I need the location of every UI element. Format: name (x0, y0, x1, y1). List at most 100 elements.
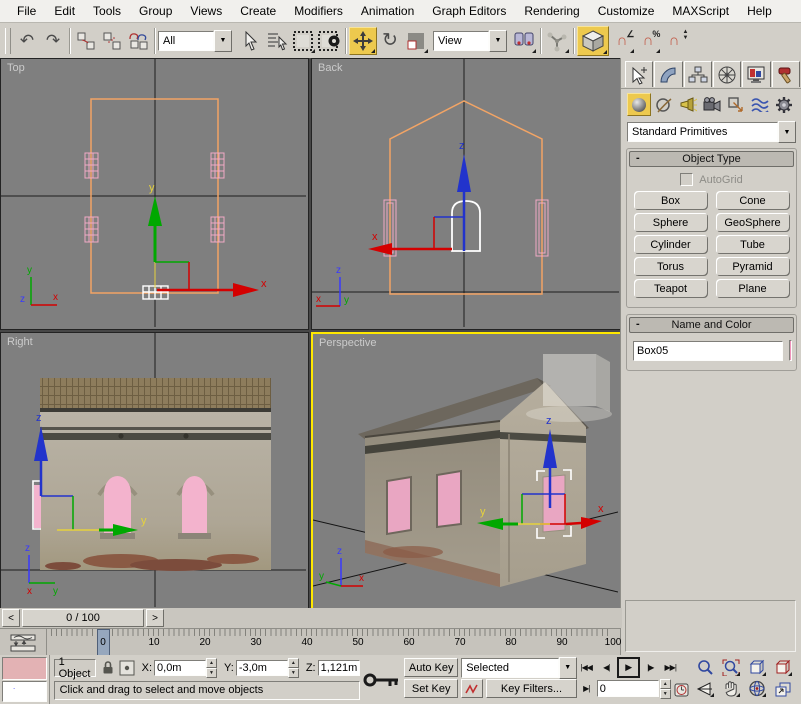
pink-window[interactable] (386, 475, 412, 536)
min-max-toggle-icon[interactable] (773, 680, 793, 698)
display-tab[interactable] (742, 61, 771, 87)
pan-hand-icon[interactable] (721, 680, 741, 698)
viewport-back[interactable]: Back z x z x y (311, 58, 622, 330)
move-gizmo[interactable]: y x (148, 182, 267, 297)
select-and-manipulate-icon[interactable] (544, 28, 570, 54)
sphere-button[interactable]: Sphere (633, 213, 708, 232)
rectangular-selection-region-icon[interactable] (290, 28, 316, 54)
viewport-right[interactable]: Right z y z x y (0, 332, 309, 610)
geosphere-button[interactable]: GeoSphere (715, 213, 790, 232)
frame-spinner[interactable]: ▲ ▼ (659, 678, 671, 699)
house-wireframe[interactable] (389, 100, 543, 295)
zoom-icon[interactable] (695, 659, 715, 677)
snap-toggle-icon[interactable] (577, 25, 609, 56)
field-of-view-icon[interactable] (695, 680, 715, 698)
y-value-input[interactable] (235, 659, 288, 676)
reference-coordinate-system-dropdown[interactable]: View ▼ (433, 29, 507, 52)
viewport-back-label[interactable]: Back (318, 62, 342, 74)
time-configuration-icon[interactable] (672, 680, 692, 698)
angle-snap-icon[interactable]: ∩ ∠ (609, 28, 635, 54)
x-value-input[interactable] (154, 659, 207, 676)
tube-button[interactable]: Tube (715, 235, 790, 254)
viewport-perspective[interactable]: Perspective z x y z x y (311, 332, 624, 612)
selection-lock-icon[interactable] (99, 659, 115, 677)
viewport-top-label[interactable]: Top (7, 62, 25, 74)
hierarchy-tab[interactable] (683, 61, 712, 87)
undo-icon[interactable]: ↶ (14, 28, 40, 54)
object-type-rollout-header[interactable]: - Object Type (629, 151, 794, 167)
arc-rotate-icon[interactable] (747, 680, 767, 698)
use-pivot-point-center-icon[interactable] (511, 28, 537, 54)
current-frame-input[interactable] (596, 680, 659, 697)
select-and-scale-icon[interactable] (403, 28, 429, 54)
window-boxes-wireframe[interactable] (383, 199, 549, 257)
y-spinner[interactable]: ▲ ▼ (287, 657, 299, 678)
name-and-color-rollout-header[interactable]: - Name and Color (629, 317, 794, 333)
key-filters-button[interactable]: Key Filters... (486, 679, 577, 698)
chevron-down-icon[interactable]: ▼ (489, 29, 507, 52)
zoom-extents-icon[interactable] (747, 659, 767, 677)
select-object-icon[interactable] (238, 28, 264, 54)
key-icon[interactable] (363, 669, 401, 691)
geometry-category[interactable] (627, 93, 651, 116)
selected-box-wireframe[interactable] (451, 200, 481, 252)
unlink-selection-icon[interactable] (99, 28, 125, 54)
chevron-down-icon[interactable]: ▼ (778, 121, 796, 143)
bind-to-space-warp-icon[interactable] (125, 28, 151, 54)
select-and-move-icon[interactable] (349, 26, 377, 55)
menu-rendering[interactable]: Rendering (515, 1, 588, 21)
menu-animation[interactable]: Animation (352, 1, 423, 21)
box-button[interactable]: Box (633, 191, 708, 210)
set-keys-curve-icon[interactable] (461, 679, 484, 698)
viewport-back-canvas[interactable]: z x z x y (312, 59, 619, 327)
menu-file[interactable]: File (8, 1, 45, 21)
motion-tab[interactable] (712, 61, 742, 87)
viewport-perspective-label[interactable]: Perspective (319, 337, 376, 349)
track-bar-ruler[interactable]: 0 10 20 30 40 50 60 70 80 90 100 (46, 629, 621, 656)
menu-customize[interactable]: Customize (589, 1, 664, 21)
viewport-top-canvas[interactable]: y x y x z (1, 59, 306, 327)
torus-button[interactable]: Torus (633, 257, 708, 276)
move-gizmo[interactable]: z x (368, 140, 471, 255)
x-spinner[interactable]: ▲ ▼ (206, 657, 218, 678)
selection-filter-dropdown[interactable]: All ▼ (158, 29, 232, 52)
next-frame-button[interactable]: |▶ (641, 659, 660, 676)
menu-create[interactable]: Create (231, 1, 285, 21)
viewport-right-label[interactable]: Right (7, 336, 33, 348)
viewport-top[interactable]: Top y x y x z (0, 58, 309, 330)
go-to-end-button[interactable]: ▶▶| (661, 659, 680, 676)
autogrid-checkbox[interactable] (680, 173, 694, 186)
lights-category[interactable] (677, 94, 699, 115)
pink-window[interactable] (436, 469, 462, 529)
menu-edit[interactable]: Edit (45, 1, 84, 21)
viewport-perspective-canvas[interactable]: z x y z x y (313, 334, 619, 606)
key-mode-dropdown[interactable]: Selected ▼ (461, 656, 577, 679)
create-tab[interactable] (625, 61, 654, 87)
go-to-start-button[interactable]: |◀◀ (577, 659, 596, 676)
shapes-category[interactable] (653, 94, 675, 115)
systems-category[interactable] (773, 94, 795, 115)
select-by-name-icon[interactable] (264, 28, 290, 54)
cylinder-button[interactable]: Cylinder (633, 235, 708, 254)
textured-house-wall[interactable] (40, 378, 271, 571)
chevron-down-icon[interactable]: ▼ (214, 29, 232, 52)
menu-maxscript[interactable]: MAXScript (663, 1, 738, 21)
percent-snap-icon[interactable]: ∩% (635, 28, 661, 54)
modify-tab[interactable] (654, 61, 683, 87)
teapot-button[interactable]: Teapot (633, 279, 708, 298)
previous-frame-button[interactable]: ◀| (597, 659, 616, 676)
set-key-button[interactable]: Set Key (404, 679, 459, 698)
menu-tools[interactable]: Tools (84, 1, 130, 21)
zoom-extents-all-icon[interactable] (773, 659, 793, 677)
cone-button[interactable]: Cone (715, 191, 790, 210)
select-and-link-icon[interactable] (73, 28, 99, 54)
viewport-right-canvas[interactable]: z y z x y (1, 333, 306, 607)
chevron-down-icon[interactable]: ▼ (558, 656, 577, 679)
menu-graph-editors[interactable]: Graph Editors (423, 1, 515, 21)
spacewarps-category[interactable] (749, 94, 771, 115)
play-animation-button[interactable]: ▶ (616, 657, 640, 678)
object-name-input[interactable] (633, 340, 783, 361)
previous-frame-button[interactable]: < (2, 609, 20, 627)
menu-modifiers[interactable]: Modifiers (285, 1, 352, 21)
toolbar-grip[interactable] (5, 27, 11, 54)
